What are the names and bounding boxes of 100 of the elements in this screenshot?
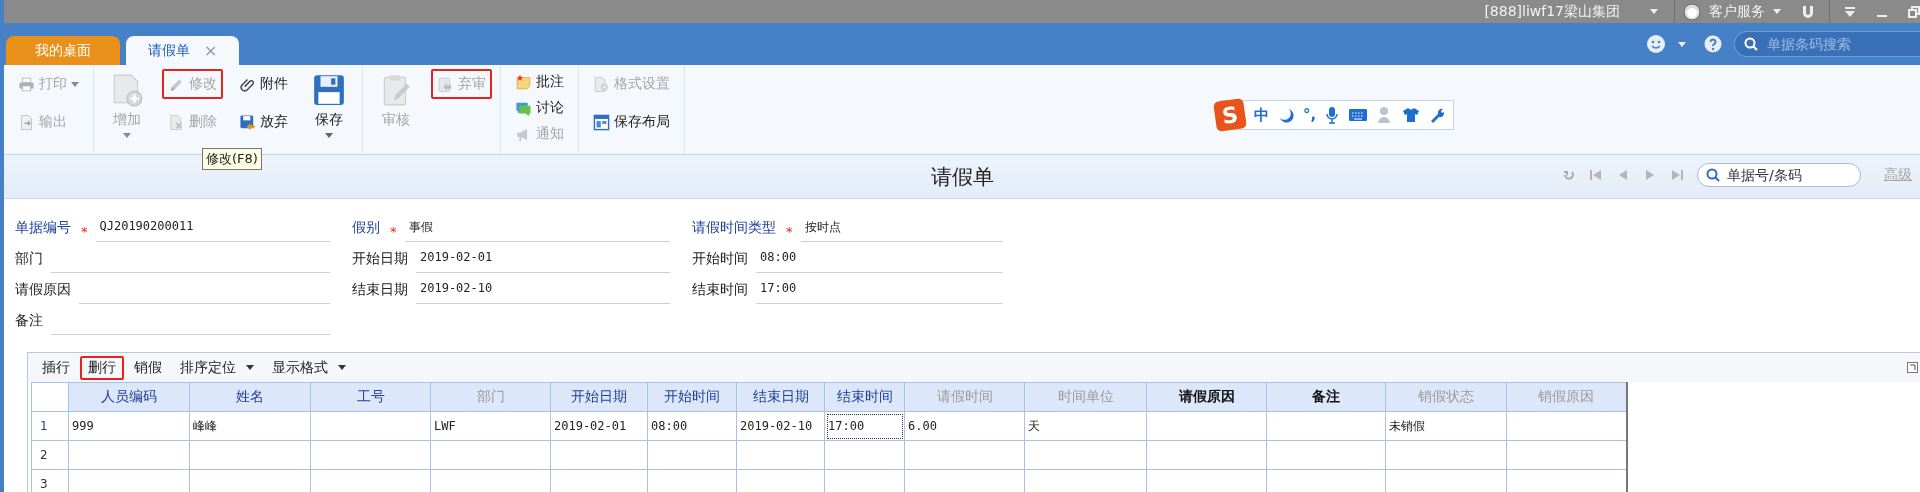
input-field[interactable]: 事假	[404, 219, 670, 242]
barcode-search-field[interactable]: 单据条码搜索	[1734, 31, 1920, 57]
table-cell[interactable]	[1024, 440, 1147, 470]
table-cell[interactable]: 08:00	[647, 411, 737, 441]
comment-button[interactable]: 批注	[509, 69, 570, 95]
caret-icon[interactable]	[1678, 41, 1686, 47]
keyboard-icon[interactable]	[1348, 108, 1369, 122]
grid-toolbar-button[interactable]: 销假	[126, 355, 170, 380]
table-cell[interactable]: 峰峰	[189, 411, 311, 441]
help-icon[interactable]	[1704, 35, 1722, 53]
input-field[interactable]: 17:00	[756, 281, 1003, 304]
table-cell[interactable]	[1266, 411, 1386, 441]
grid-toolbar-button[interactable]: 排序定位	[172, 355, 262, 380]
required-mark: *	[786, 224, 793, 241]
language-mode[interactable]: 中	[1254, 105, 1269, 125]
caret-icon	[123, 133, 131, 138]
table-cell[interactable]: 17:00	[824, 411, 905, 441]
microphone-icon[interactable]	[1325, 106, 1340, 124]
table-cell[interactable]	[310, 440, 431, 470]
table-cell[interactable]	[824, 440, 905, 470]
first-record-icon[interactable]	[1589, 168, 1603, 182]
field-label: 结束日期	[352, 281, 408, 299]
caret-icon	[338, 365, 346, 370]
pin-icon[interactable]	[1844, 5, 1856, 18]
save-button[interactable]: 保存	[304, 69, 354, 142]
input-field[interactable]: QJ20190200011	[95, 219, 330, 242]
shirt-icon[interactable]	[1402, 107, 1421, 123]
discard-button[interactable]: 放弃	[233, 107, 294, 137]
column-header[interactable]: 人员编码	[68, 382, 190, 412]
table-cell[interactable]: 999	[68, 411, 190, 441]
column-header[interactable]: 请假原因	[1146, 382, 1267, 412]
field-label: 单据编号	[15, 219, 71, 237]
document-arrow-icon	[18, 113, 35, 131]
table-cell[interactable]	[1146, 411, 1267, 441]
tooltip: 修改(F8)	[202, 148, 262, 170]
field-label: 假别	[352, 219, 380, 237]
grid-toolbar-button[interactable]: 显示格式	[264, 355, 354, 380]
input-field[interactable]: 08:00	[756, 250, 1003, 273]
table-cell[interactable]	[1385, 440, 1507, 470]
input-field[interactable]: 2019-02-10	[416, 281, 670, 304]
field-label: 部门	[15, 250, 43, 268]
table-cell[interactable]	[1266, 440, 1386, 470]
field-label: 请假时间类型	[692, 219, 776, 237]
document-cross-icon	[168, 113, 185, 131]
caret-icon	[246, 365, 254, 370]
field-label: 备注	[15, 312, 43, 330]
save-layout-button[interactable]: 保存布局	[587, 107, 676, 137]
expand-icon[interactable]	[1907, 362, 1918, 373]
field-label: 结束时间	[692, 281, 748, 299]
table-cell[interactable]: 2019-02-10	[736, 411, 825, 441]
smiley-icon[interactable]	[1646, 34, 1666, 54]
column-header[interactable]: 姓名	[189, 382, 311, 412]
table-cell[interactable]	[68, 440, 190, 470]
field-label: 开始时间	[692, 250, 748, 268]
punctuation-mode[interactable]: °,	[1303, 106, 1317, 124]
column-header[interactable]: 工号	[310, 382, 431, 412]
caret-icon[interactable]	[1773, 9, 1781, 14]
table-cell[interactable]	[647, 440, 737, 470]
table-cell[interactable]	[550, 440, 648, 470]
column-header[interactable]: 结束时间	[824, 382, 905, 412]
table-cell[interactable]	[904, 440, 1025, 470]
table-cell[interactable]	[310, 411, 431, 441]
input-field[interactable]: 2019-02-01	[416, 250, 670, 273]
last-record-icon[interactable]	[1670, 168, 1684, 182]
table-cell[interactable]	[430, 440, 551, 470]
table-cell[interactable]: 2019-02-01	[550, 411, 648, 441]
caret-icon[interactable]	[1650, 9, 1658, 14]
required-mark: *	[390, 224, 397, 241]
discuss-button[interactable]: 讨论	[509, 95, 570, 121]
magnet-icon[interactable]	[1801, 4, 1815, 19]
avatar-icon[interactable]	[1683, 2, 1701, 21]
attach-button[interactable]: 附件	[233, 69, 294, 99]
printer-icon	[18, 75, 35, 93]
wrench-icon[interactable]	[1429, 107, 1446, 123]
table-cell[interactable]	[1146, 440, 1267, 470]
field-label: 请假原因	[15, 281, 71, 299]
record-search-field[interactable]: 单据号/条码	[1697, 163, 1861, 187]
column-header[interactable]: 备注	[1266, 382, 1386, 412]
row-number: 1	[31, 411, 69, 441]
column-header[interactable]: 开始时间	[647, 382, 737, 412]
row-number: 3	[31, 469, 69, 492]
sticky-note-icon	[515, 73, 532, 91]
refresh-icon[interactable]	[1562, 168, 1576, 182]
column-header[interactable]: 结束日期	[736, 382, 825, 412]
column-header[interactable]: 开始日期	[550, 382, 648, 412]
moon-icon[interactable]	[1278, 107, 1294, 123]
table-cell[interactable]	[736, 440, 825, 470]
form-title: 请假单	[930, 163, 994, 191]
input-field[interactable]: 按时点	[800, 219, 1003, 242]
caret-icon	[325, 133, 333, 138]
grid-toolbar-button[interactable]: 插行	[34, 355, 78, 380]
restore-icon[interactable]	[1908, 5, 1920, 18]
document-gear-icon	[593, 75, 610, 93]
input-method-logo: S	[1213, 98, 1247, 132]
required-mark: *	[81, 224, 88, 241]
tab[interactable]: 请假单 ×	[126, 36, 240, 65]
table-cell[interactable]	[189, 440, 311, 470]
row-number: 2	[31, 440, 69, 470]
grid-toolbar-button[interactable]: 删行	[80, 355, 124, 380]
field-label: 开始日期	[352, 250, 408, 268]
